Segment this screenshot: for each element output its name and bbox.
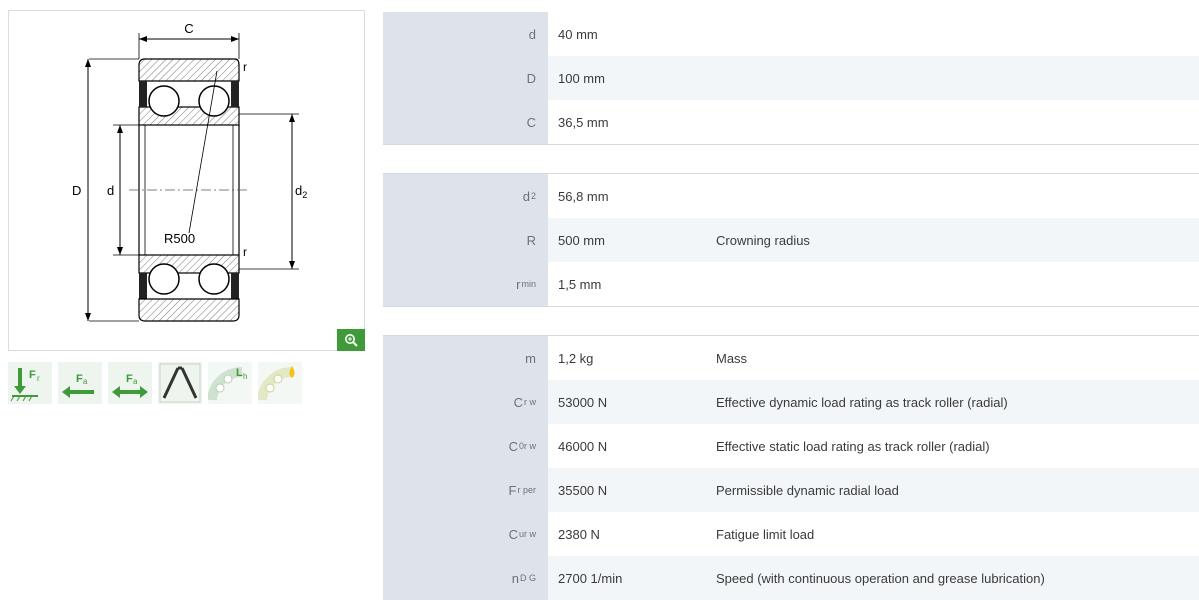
mounting-dimensions-group: d2 56,8 mm R 500 mm Crowning radius r min… — [383, 173, 1199, 307]
symbol-cell: d — [383, 12, 548, 56]
lubrication-icon[interactable] — [257, 362, 302, 404]
zoom-button[interactable] — [337, 329, 365, 351]
bearing-drawing-panel: C R500 r r D d d2 — [8, 10, 365, 351]
symbol-cell: Fr per — [383, 468, 548, 512]
axial-load-both-icon[interactable]: F a — [108, 362, 152, 404]
table-row: m 1,2 kg Mass — [383, 336, 1199, 380]
dim-label-d: d — [107, 183, 114, 198]
description-cell: Mass — [716, 350, 748, 366]
calculation-icon-bar: F r F a F a L h — [8, 362, 302, 404]
svg-text:a: a — [83, 377, 88, 386]
table-row: Cr w 53000 N Effective dynamic load rati… — [383, 380, 1199, 424]
svg-text:F: F — [76, 373, 83, 385]
value-cell: 500 mm — [558, 232, 605, 248]
svg-text:L: L — [236, 367, 243, 379]
performance-group: m 1,2 kg Mass Cr w 53000 N Effective dyn… — [383, 335, 1199, 600]
table-row: nD G 2700 1/min Speed (with continuous o… — [383, 556, 1199, 600]
angle-icon[interactable] — [158, 362, 202, 404]
axial-load-left-icon[interactable]: F a — [58, 362, 102, 404]
table-row: D 100 mm — [383, 56, 1199, 100]
value-cell: 53000 N — [558, 394, 608, 410]
description-cell: Permissible dynamic radial load — [716, 482, 899, 498]
symbol-cell: C 0r w — [383, 424, 548, 468]
value-cell: 2700 1/min — [558, 570, 623, 586]
radial-load-icon[interactable]: F r — [8, 362, 52, 404]
description-cell: Effective static load rating as track ro… — [716, 438, 990, 454]
radius-r-bottom-label: r — [243, 245, 247, 259]
value-cell: 40 mm — [558, 26, 598, 42]
svg-text:F: F — [29, 369, 36, 381]
value-cell: 1,5 mm — [558, 276, 602, 292]
table-row: Cur w 2380 N Fatigue limit load — [383, 512, 1199, 556]
value-cell: 36,5 mm — [558, 114, 609, 130]
symbol-cell: D — [383, 56, 548, 100]
description-cell: Crowning radius — [716, 232, 810, 248]
table-row: r min 1,5 mm — [383, 262, 1199, 306]
value-cell: 2380 N — [558, 526, 600, 542]
symbol-cell: Cr w — [383, 380, 548, 424]
svg-text:r: r — [37, 374, 40, 383]
bearing-drawing: C R500 r r D d d2 — [72, 21, 307, 322]
symbol-cell: Cur w — [383, 512, 548, 556]
description-cell: Effective dynamic load rating as track r… — [716, 394, 1008, 410]
radius-r-top-label: r — [243, 60, 247, 74]
svg-text:F: F — [126, 373, 133, 385]
table-row: d 40 mm — [383, 12, 1199, 56]
dimensions-group: d 40 mm D 100 mm C 36,5 mm — [383, 12, 1199, 145]
svg-text:a: a — [133, 377, 138, 386]
symbol-cell: m — [383, 336, 548, 380]
table-row: d2 56,8 mm — [383, 174, 1199, 218]
dim-label-d2: d2 — [295, 183, 307, 200]
table-row: R 500 mm Crowning radius — [383, 218, 1199, 262]
symbol-cell: R — [383, 218, 548, 262]
value-cell: 100 mm — [558, 70, 605, 86]
magnifier-icon — [345, 334, 358, 347]
life-icon[interactable]: L h — [207, 362, 252, 404]
dim-label-D: D — [72, 183, 81, 198]
table-row: Fr per 35500 N Permissible dynamic radia… — [383, 468, 1199, 512]
value-cell: 1,2 kg — [558, 350, 594, 366]
symbol-cell: C — [383, 100, 548, 144]
table-row: C 36,5 mm — [383, 100, 1199, 144]
svg-text:h: h — [243, 372, 247, 381]
radius-label: R500 — [164, 231, 195, 246]
description-cell: Speed (with continuous operation and gre… — [716, 570, 1045, 586]
value-cell: 46000 N — [558, 438, 608, 454]
symbol-cell: r min — [383, 262, 548, 306]
symbol-cell: d2 — [383, 174, 548, 218]
dim-label-C: C — [184, 21, 193, 36]
description-cell: Fatigue limit load — [716, 526, 815, 542]
table-row: C 0r w 46000 N Effective static load rati… — [383, 424, 1199, 468]
value-cell: 35500 N — [558, 482, 608, 498]
symbol-cell: nD G — [383, 556, 548, 600]
value-cell: 56,8 mm — [558, 188, 609, 204]
